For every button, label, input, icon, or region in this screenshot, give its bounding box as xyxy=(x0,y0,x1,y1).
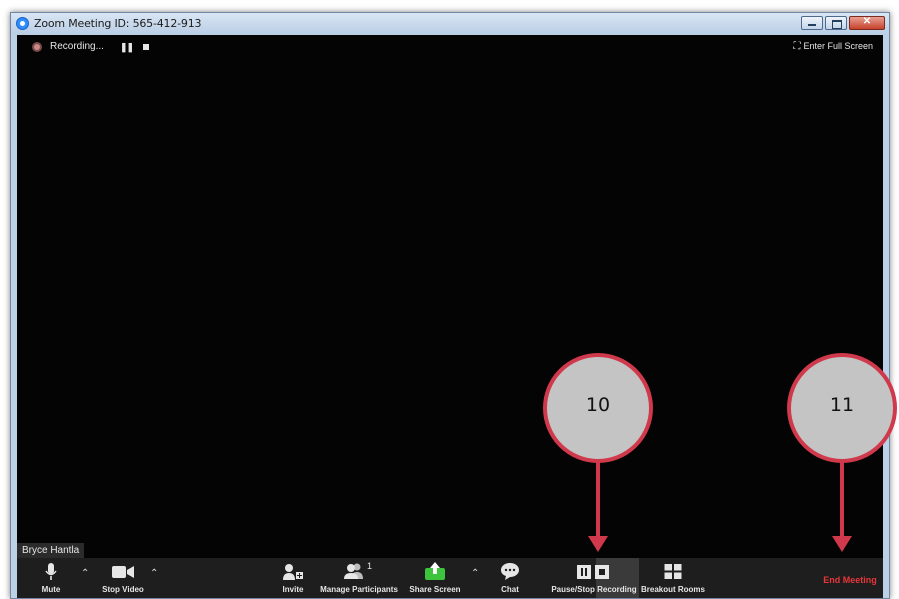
manage-participants-button[interactable]: 1 Manage Participants xyxy=(313,558,405,598)
video-options-chevron-icon[interactable]: ⌃ xyxy=(150,568,158,579)
callout-10-number: 10 xyxy=(585,394,611,416)
recording-dot-icon xyxy=(32,42,42,52)
callout-11-number: 11 xyxy=(829,394,855,416)
recording-status: Recording... xyxy=(50,41,104,52)
end-meeting-button[interactable]: End Meeting xyxy=(817,558,883,598)
enter-full-screen-button[interactable]: ⛶ Enter Full Screen xyxy=(793,41,873,52)
stop-recording-icon[interactable] xyxy=(143,44,149,50)
participant-count-badge: 1 xyxy=(367,561,373,571)
participant-name-label: Bryce Hantla xyxy=(17,543,85,558)
stop-video-button[interactable]: Stop Video xyxy=(93,558,153,598)
video-area: Recording... ❚❚ ⛶ Enter Full Screen xyxy=(17,35,883,558)
zoom-window: Zoom Meeting ID: 565-412-913 Recording..… xyxy=(10,12,890,599)
pause-stop-recording-label: Pause/Stop Recording xyxy=(551,585,637,594)
pause-stop-recording-button[interactable]: Pause/Stop Recording xyxy=(549,558,639,598)
chat-button[interactable]: Chat xyxy=(493,558,527,598)
callout-11-arrowhead-icon xyxy=(832,536,852,552)
end-meeting-label: End Meeting xyxy=(823,575,877,585)
pause-stop-icon xyxy=(577,565,609,579)
invite-label: Invite xyxy=(282,585,304,594)
callout-10: 10 xyxy=(543,353,653,463)
window-title: Zoom Meeting ID: 565-412-913 xyxy=(34,17,202,30)
video-camera-icon xyxy=(112,566,134,578)
chat-label: Chat xyxy=(501,585,519,594)
callout-10-arrow-line xyxy=(596,462,600,538)
callout-10-arrowhead-icon xyxy=(588,536,608,552)
invite-person-icon xyxy=(283,564,303,580)
fullscreen-icon: ⛶ xyxy=(793,41,801,52)
callout-11: 11 xyxy=(787,353,897,463)
pause-recording-icon[interactable]: ❚❚ xyxy=(120,42,134,53)
participants-icon xyxy=(344,563,363,579)
microphone-icon xyxy=(45,563,57,580)
share-options-chevron-icon[interactable]: ⌃ xyxy=(471,568,479,579)
share-screen-button[interactable]: Share Screen xyxy=(405,558,465,598)
stop-video-label: Stop Video xyxy=(102,585,144,594)
title-bar: Zoom Meeting ID: 565-412-913 xyxy=(11,13,889,35)
audio-options-chevron-icon[interactable]: ⌃ xyxy=(81,568,89,579)
mute-label: Mute xyxy=(41,585,61,594)
manage-participants-label: Manage Participants xyxy=(320,585,398,594)
zoom-logo-icon xyxy=(16,17,29,30)
chat-bubble-icon xyxy=(501,563,519,580)
share-screen-label: Share Screen xyxy=(409,585,461,594)
maximize-button[interactable] xyxy=(825,16,847,30)
breakout-rooms-label: Breakout Rooms xyxy=(640,585,705,594)
fullscreen-label: Enter Full Screen xyxy=(803,41,873,51)
recording-indicator: Recording... ❚❚ xyxy=(17,35,883,59)
invite-button[interactable]: Invite xyxy=(275,558,311,598)
window-controls xyxy=(799,16,885,30)
breakout-rooms-button[interactable]: Breakout Rooms xyxy=(639,558,707,598)
callout-11-arrow-line xyxy=(840,462,844,538)
meeting-toolbar: Mute ⌃ Stop Video ⌃ Invite 1 Manage Part… xyxy=(17,558,883,598)
close-button[interactable] xyxy=(849,16,885,30)
mute-button[interactable]: Mute xyxy=(29,558,73,598)
minimize-button[interactable] xyxy=(801,16,823,30)
breakout-rooms-icon xyxy=(664,564,682,579)
share-screen-icon xyxy=(425,562,445,580)
